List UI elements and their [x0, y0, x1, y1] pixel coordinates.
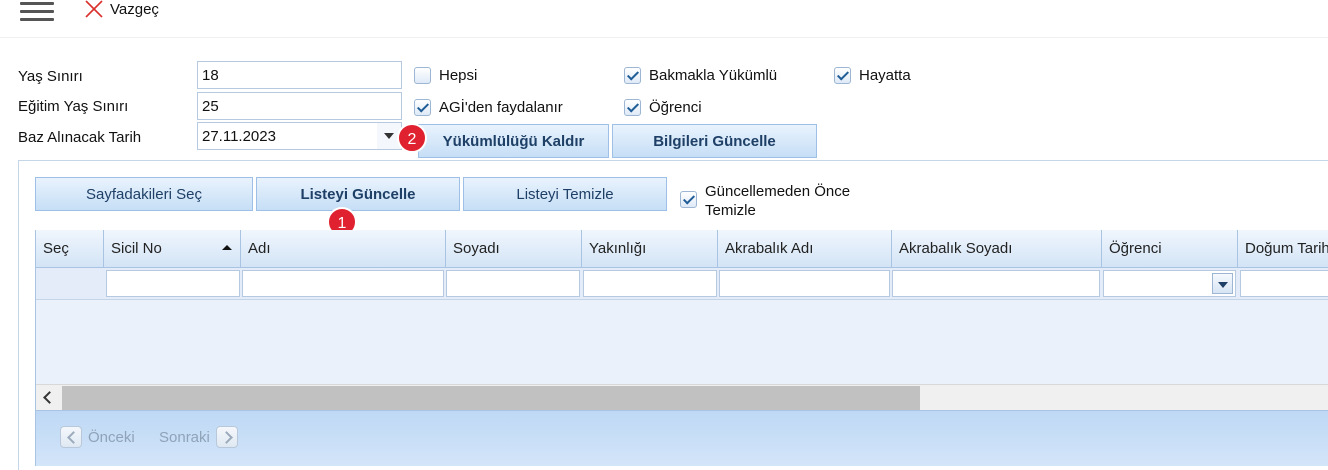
checkbox-clear-before-box[interactable] [680, 191, 697, 208]
checkbox-alive-box[interactable] [834, 67, 851, 84]
chevron-down-icon[interactable] [1212, 273, 1233, 294]
chevron-left-icon [60, 426, 82, 448]
checkbox-dependent[interactable]: Bakmakla Yükümlü [624, 67, 777, 84]
horizontal-scrollbar[interactable] [36, 384, 1328, 410]
filter-sicil-no-input[interactable] [106, 270, 240, 297]
checkbox-alive-label: Hayatta [859, 67, 911, 84]
checkbox-student[interactable]: Öğrenci [624, 99, 702, 116]
column-header-student[interactable]: Öğrenci [1102, 230, 1238, 268]
base-date-input[interactable]: 27.11.2023 [197, 122, 402, 150]
age-limit-label: Yaş Sınırı [18, 68, 83, 85]
base-date-label: Baz Alınacak Tarih [18, 129, 142, 146]
clear-list-button[interactable]: Listeyi Temizle [463, 177, 667, 211]
prev-page-label: Önceki [88, 428, 135, 446]
column-header-relative-name[interactable]: Akrabalık Adı [718, 230, 892, 268]
filter-row [36, 268, 1328, 300]
column-header-name[interactable]: Adı [241, 230, 446, 268]
column-header-sicil-no[interactable]: Sicil No [104, 230, 241, 268]
select-page-button[interactable]: Sayfadakileri Seç [35, 177, 253, 211]
column-header-select[interactable]: Seç [36, 230, 104, 268]
column-header-birth-date[interactable]: Doğum Tarihi [1238, 230, 1328, 268]
next-page-label: Sonraki [159, 428, 210, 446]
step-badge-2: 2 [397, 123, 427, 153]
column-header-relation[interactable]: Yakınlığı [582, 230, 718, 268]
checkbox-alive[interactable]: Hayatta [834, 67, 911, 84]
sort-asc-icon [222, 245, 232, 250]
base-date-value: 27.11.2023 [202, 128, 276, 145]
filter-student-select[interactable] [1103, 270, 1236, 297]
filter-name-input[interactable] [242, 270, 444, 297]
update-list-button[interactable]: Listeyi Güncelle [256, 177, 460, 211]
data-grid: Seç Sicil No Adı Soyadı Yakınlığı Akraba… [35, 230, 1328, 466]
age-limit-input[interactable] [197, 61, 402, 89]
checkbox-all[interactable]: Hepsi [414, 67, 477, 84]
remove-obligation-button[interactable]: Yükümlülüğü Kaldır [418, 124, 609, 158]
checkbox-agi-box[interactable] [414, 99, 431, 116]
grid-header: Seç Sicil No Adı Soyadı Yakınlığı Akraba… [36, 230, 1328, 268]
checkbox-student-label: Öğrenci [649, 99, 702, 116]
chevron-right-icon [215, 426, 238, 448]
edu-age-limit-label: Eğitim Yaş Sınırı [18, 98, 129, 115]
close-icon [85, 0, 103, 18]
update-info-button[interactable]: Bilgileri Güncelle [612, 124, 817, 158]
edu-age-limit-input[interactable] [197, 92, 402, 120]
next-page-button[interactable]: Sonraki [159, 424, 238, 450]
prev-page-button[interactable]: Önceki [60, 424, 135, 450]
top-toolbar: Vazgeç [0, 0, 1328, 38]
filter-relative-name-input[interactable] [719, 270, 890, 297]
checkbox-clear-before[interactable]: Güncellemeden Önce Temizle [680, 182, 875, 220]
checkbox-dependent-box[interactable] [624, 67, 641, 84]
checkbox-dependent-label: Bakmakla Yükümlü [649, 67, 778, 84]
filter-surname-input[interactable] [446, 270, 580, 297]
filter-birth-date-input[interactable] [1240, 270, 1328, 297]
menu-icon[interactable] [20, 2, 56, 22]
grid-body [36, 300, 1328, 384]
scrollbar-thumb[interactable] [62, 386, 920, 410]
checkbox-all-label: Hepsi [439, 67, 478, 84]
column-header-sicil-no-label: Sicil No [111, 240, 162, 257]
filter-relative-surname-input[interactable] [892, 270, 1100, 297]
cancel-label: Vazgeç [110, 0, 159, 18]
checkbox-student-box[interactable] [624, 99, 641, 116]
column-header-relative-surname[interactable]: Akrabalık Soyadı [892, 230, 1102, 268]
column-header-surname[interactable]: Soyadı [446, 230, 582, 268]
cancel-button[interactable]: Vazgeç [84, 0, 159, 20]
checkbox-agi[interactable]: AGİ'den faydalanır [414, 99, 563, 116]
pager: Önceki Sonraki [36, 410, 1328, 466]
checkbox-all-box[interactable] [414, 67, 431, 84]
scroll-left-icon[interactable] [36, 385, 62, 411]
checkbox-agi-label: AGİ'den faydalanır [439, 99, 563, 116]
checkbox-clear-before-label: Güncellemeden Önce Temizle [705, 183, 851, 219]
filter-relation-input[interactable] [583, 270, 717, 297]
